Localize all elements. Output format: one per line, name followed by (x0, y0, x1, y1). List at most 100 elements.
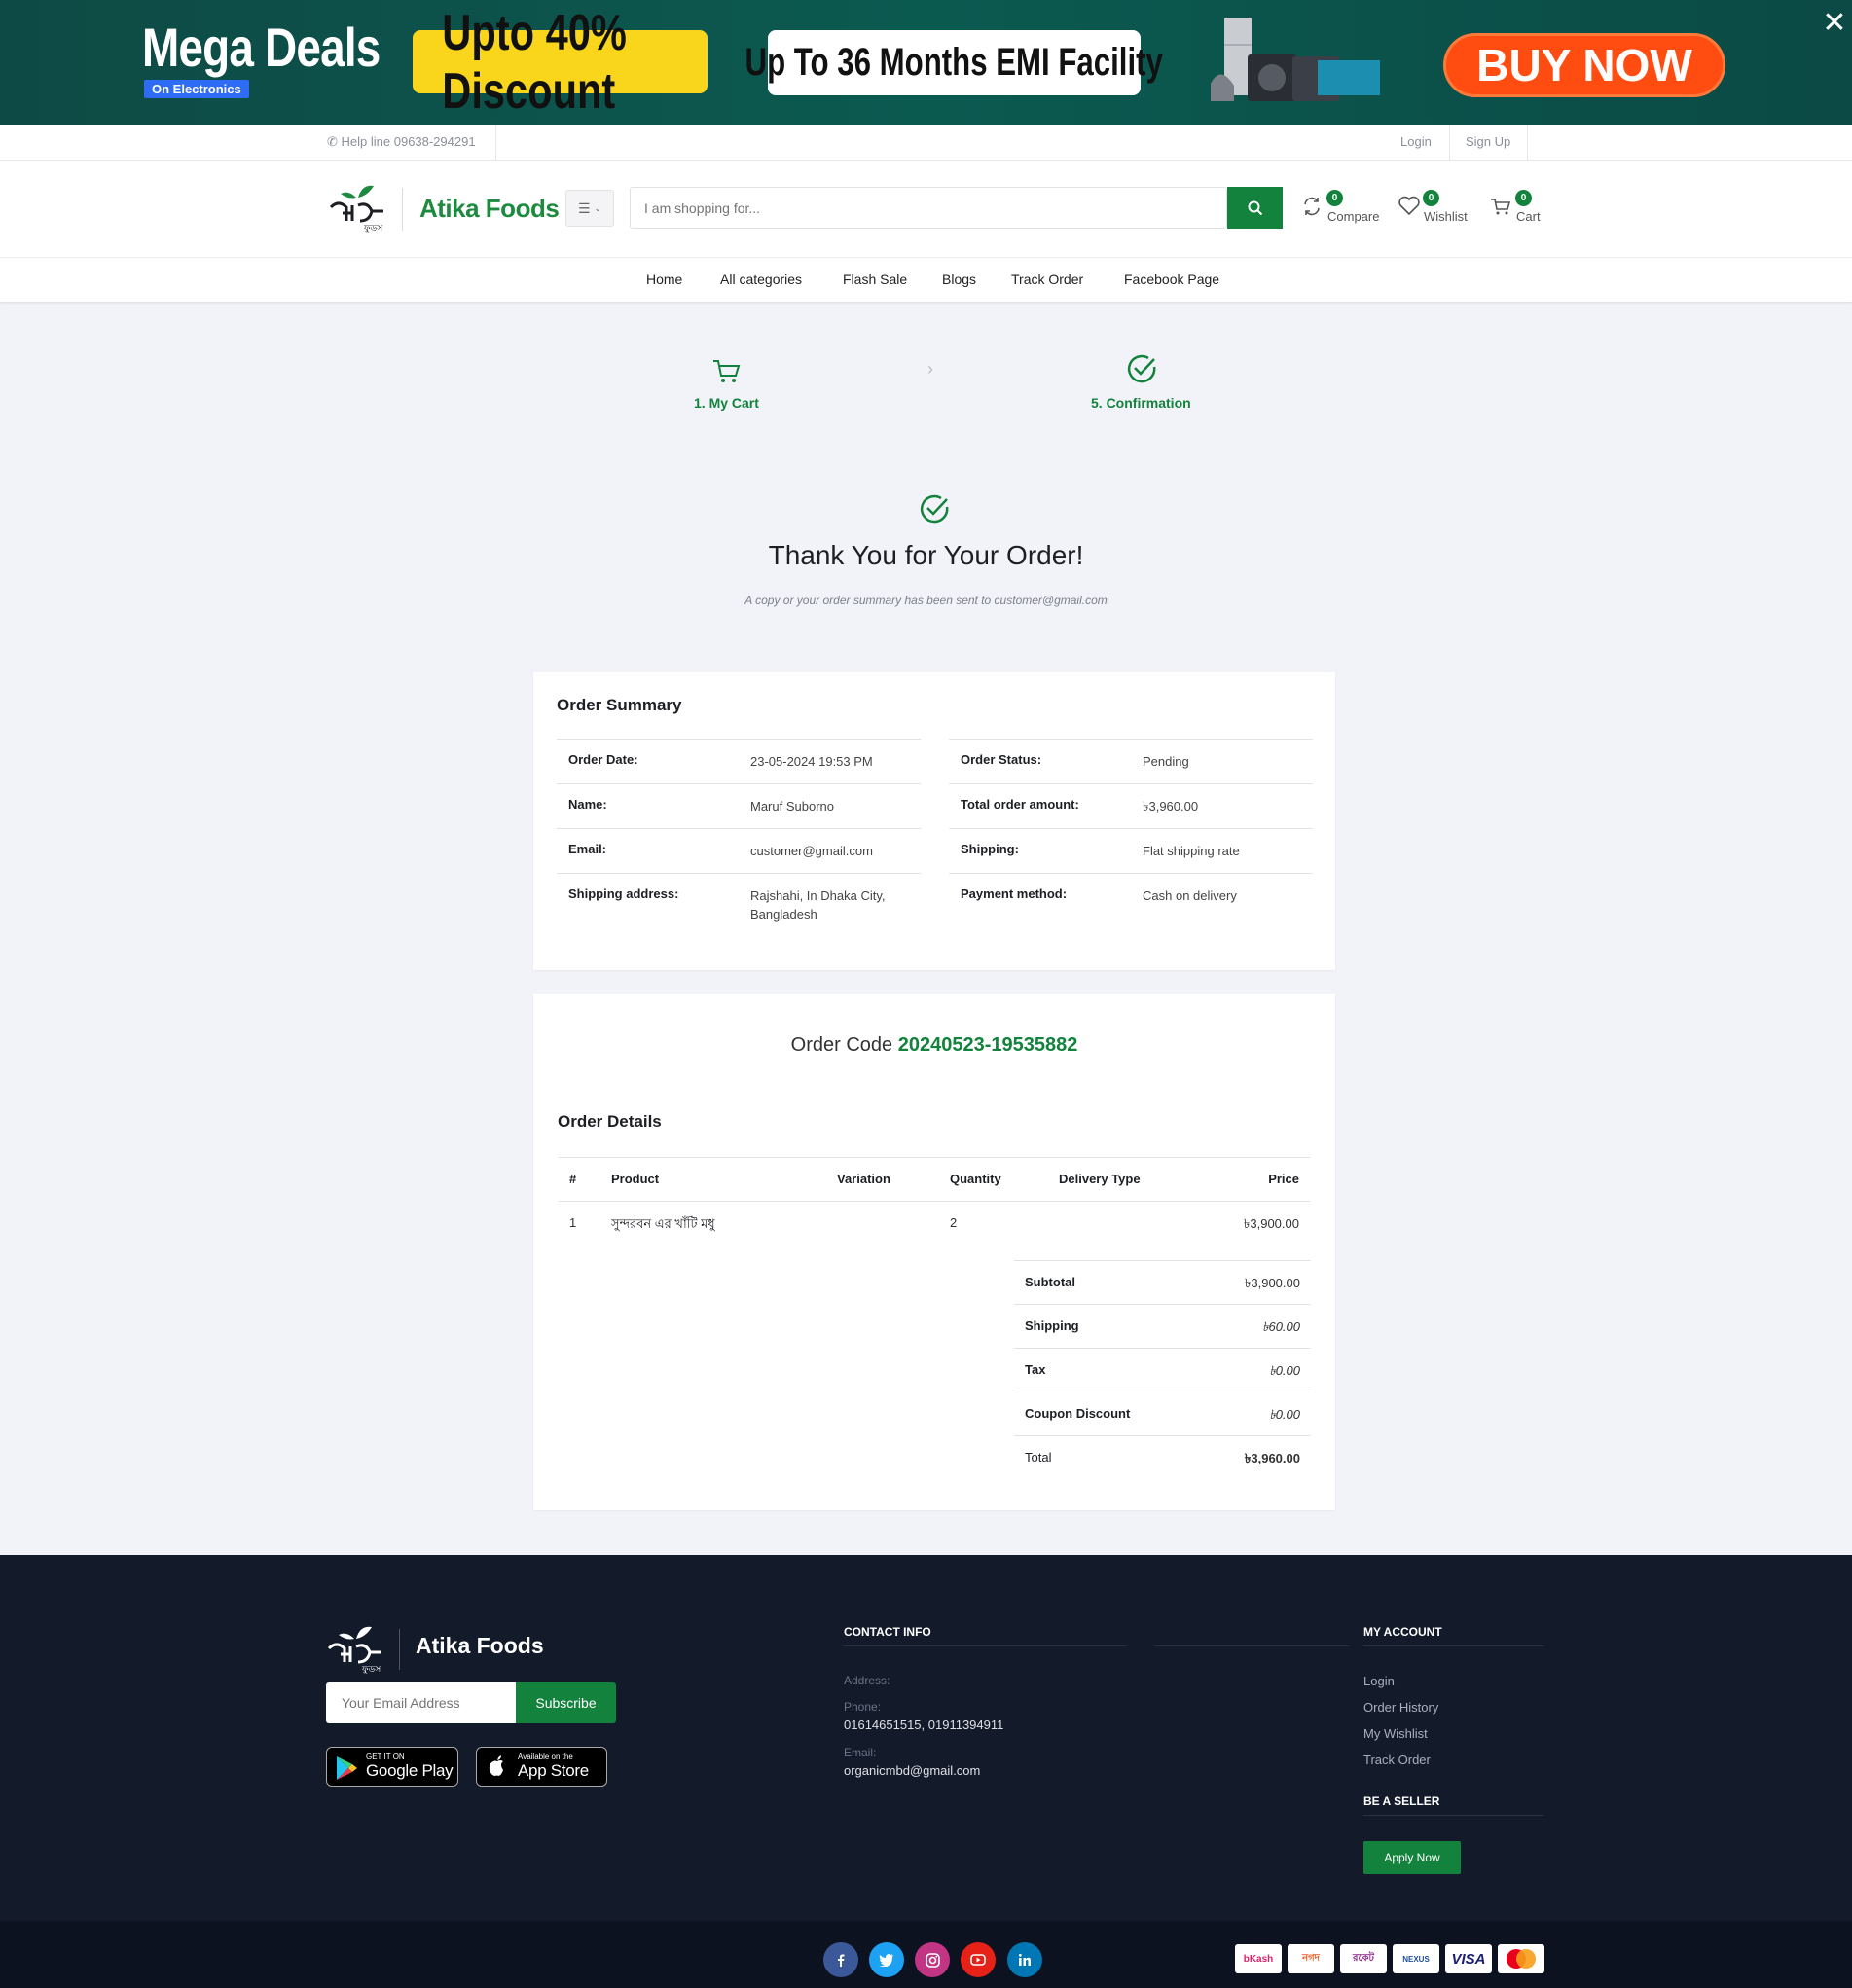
nav-home[interactable]: Home (646, 271, 682, 287)
google-play-icon (337, 1756, 357, 1780)
coupon-discount-row: Coupon Discount ৳0.00 (1014, 1392, 1311, 1435)
close-icon[interactable]: ✕ (1820, 9, 1849, 39)
order-summary-card: Order Summary Order Date: 23-05-2024 19:5… (533, 672, 1335, 970)
compare-icon (1304, 197, 1320, 216)
login-link[interactable]: Login (1400, 134, 1432, 149)
be-a-seller-heading: BE A SELLER (1363, 1794, 1440, 1808)
my-account-heading: MY ACCOUNT (1363, 1625, 1442, 1639)
twitter-icon[interactable] (869, 1942, 904, 1977)
phone-value: 01614651515, 01911394911 (844, 1717, 1004, 1732)
compare-label: Compare (1327, 209, 1380, 224)
summary-row-shipping-address: Shipping address: Rajshahi, In Dhaka City… (557, 873, 921, 936)
site-header: ফুডস Atika Foods ☰⌄ 0 Compare 0 Wishlist… (0, 161, 1852, 258)
google-play-badge[interactable]: GET IT ON Google Play (326, 1747, 458, 1787)
category-menu-button[interactable]: ☰ ⌄ (565, 190, 614, 227)
cart-link[interactable]: 0 Cart (1490, 190, 1558, 229)
instagram-icon[interactable] (915, 1942, 950, 1977)
banner-title: Mega Deals (142, 17, 381, 78)
apple-icon (489, 1755, 503, 1776)
summary-row-order-status: Order Status: Pending (949, 739, 1313, 783)
nav-blogs[interactable]: Blogs (942, 271, 976, 287)
summary-right-table: Order Status: Pending Total order amount:… (949, 739, 1313, 918)
wishlist-count: 0 (1423, 190, 1439, 206)
cart-count: 0 (1515, 190, 1532, 206)
apply-now-button[interactable]: Apply Now (1363, 1841, 1461, 1874)
summary-row-email: Email: customer@gmail.com (557, 828, 921, 873)
check-circle-icon (1127, 354, 1156, 383)
banner-subtitle: On Electronics (144, 80, 249, 98)
step-confirmation: 5. Confirmation (1091, 395, 1191, 411)
youtube-icon[interactable] (961, 1942, 996, 1977)
search-input[interactable] (630, 187, 1227, 229)
svg-text:ফুডস: ফুডস (363, 224, 383, 233)
nav-all-categories[interactable]: All categories (720, 271, 802, 287)
promo-banner[interactable]: Mega Deals On Electronics Upto 40% Disco… (0, 0, 1852, 125)
compare-link[interactable]: 0 Compare (1301, 190, 1389, 229)
newsletter-email-input[interactable] (326, 1682, 516, 1723)
visa-icon: VISA (1445, 1944, 1492, 1973)
helpline: ✆ Help line 09638-294291 (327, 134, 476, 149)
search-button[interactable] (1227, 187, 1283, 229)
brand-name[interactable]: Atika Foods (419, 194, 560, 224)
summary-left-table: Order Date: 23-05-2024 19:53 PM Name: Maru… (557, 739, 921, 936)
linkedin-icon[interactable] (1007, 1942, 1042, 1977)
site-footer: ফুডস Atika Foods Subscribe GET IT ON Goo… (0, 1555, 1852, 1921)
brand-logo[interactable]: ফুডস (329, 182, 385, 233)
nav-facebook-page[interactable]: Facebook Page (1124, 271, 1219, 287)
address-label: Address: (844, 1674, 890, 1687)
signup-link[interactable]: Sign Up (1466, 134, 1510, 149)
bkash-icon: bKash (1235, 1944, 1282, 1973)
main-nav: Home All categories Flash Sale Blogs Tra… (0, 258, 1852, 303)
contact-info-heading: CONTACT INFO (844, 1625, 931, 1639)
banner-emi: Up To 36 Months EMI Facility (745, 30, 1163, 95)
banner-discount: Upto 40% Discount (413, 5, 708, 120)
subtotal-row: Subtotal ৳3,900.00 (1014, 1260, 1311, 1304)
footer-order-history-link[interactable]: Order History (1363, 1700, 1438, 1715)
summary-row-order-date: Order Date: 23-05-2024 19:53 PM (557, 739, 921, 783)
cart-label: Cart (1516, 209, 1541, 224)
footer-wishlist-link[interactable]: My Wishlist (1363, 1726, 1428, 1741)
app-store-badge[interactable]: Available on the App Store (476, 1747, 607, 1787)
email-value[interactable]: organicmbd@gmail.com (844, 1763, 980, 1778)
order-details-card: Order Code 20240523-19535882 Order Detai… (533, 994, 1335, 1510)
order-code: Order Code 20240523-19535882 (790, 1034, 1078, 1056)
svg-text:ফুডস: ফুডস (361, 1665, 381, 1674)
summary-row-payment-method: Payment method: Cash on delivery (949, 873, 1313, 918)
chevron-down-icon: ⌄ (594, 202, 602, 213)
order-summary-title: Order Summary (557, 696, 682, 714)
phone-icon: ✆ (327, 134, 338, 149)
shipping-row: Shipping ৳60.00 (1014, 1304, 1311, 1348)
bottom-bar: bKash নগদ রকেট NEXUS VISA (0, 1921, 1852, 1988)
order-totals: Subtotal ৳3,900.00 Shipping ৳60.00 Tax ৳0.0… (1014, 1260, 1311, 1479)
order-table-header: # Product Variation Quantity Delivery Ty… (558, 1157, 1311, 1202)
nav-flash-sale[interactable]: Flash Sale (843, 271, 907, 287)
footer-login-link[interactable]: Login (1363, 1674, 1395, 1688)
hamburger-icon: ☰ (577, 199, 591, 216)
compare-count: 0 (1326, 190, 1343, 206)
facebook-icon[interactable] (823, 1942, 858, 1977)
step-my-cart: 1. My Cart (694, 395, 759, 411)
thank-you-subtitle: A copy or your order summary has been se… (744, 594, 1108, 607)
wishlist-link[interactable]: 0 Wishlist (1398, 190, 1475, 229)
cart-icon (1491, 199, 1511, 215)
email-label: Email: (844, 1746, 877, 1759)
subscribe-button[interactable]: Subscribe (516, 1682, 616, 1723)
summary-row-total-amount: Total order amount: ৳3,960.00 (949, 783, 1313, 828)
wishlist-label: Wishlist (1424, 209, 1468, 224)
footer-logo[interactable]: ফুডস (327, 1623, 383, 1674)
total-row: Total ৳3,960.00 (1014, 1435, 1311, 1479)
footer-track-order-link[interactable]: Track Order (1363, 1753, 1431, 1767)
nav-track-order[interactable]: Track Order (1011, 271, 1083, 287)
heart-icon (1398, 196, 1420, 216)
summary-row-name: Name: Maruf Suborno (557, 783, 921, 828)
dbbl-nexus-icon: NEXUS (1393, 1944, 1439, 1973)
table-row: 1 সুন্দরবন এর খাঁটি মধু 2 ৳3,900.00 (558, 1202, 1311, 1247)
phone-label: Phone: (844, 1700, 882, 1714)
nagad-icon: নগদ (1288, 1944, 1334, 1973)
success-check-icon (920, 494, 949, 524)
product-link[interactable]: সুন্দরবন এর খাঁটি মধু (611, 1215, 715, 1236)
chevron-right-icon: › (927, 359, 933, 379)
buy-now-button[interactable]: BUY NOW (1443, 33, 1725, 97)
cart-step-icon (713, 360, 741, 382)
order-details-title: Order Details (558, 1112, 662, 1131)
